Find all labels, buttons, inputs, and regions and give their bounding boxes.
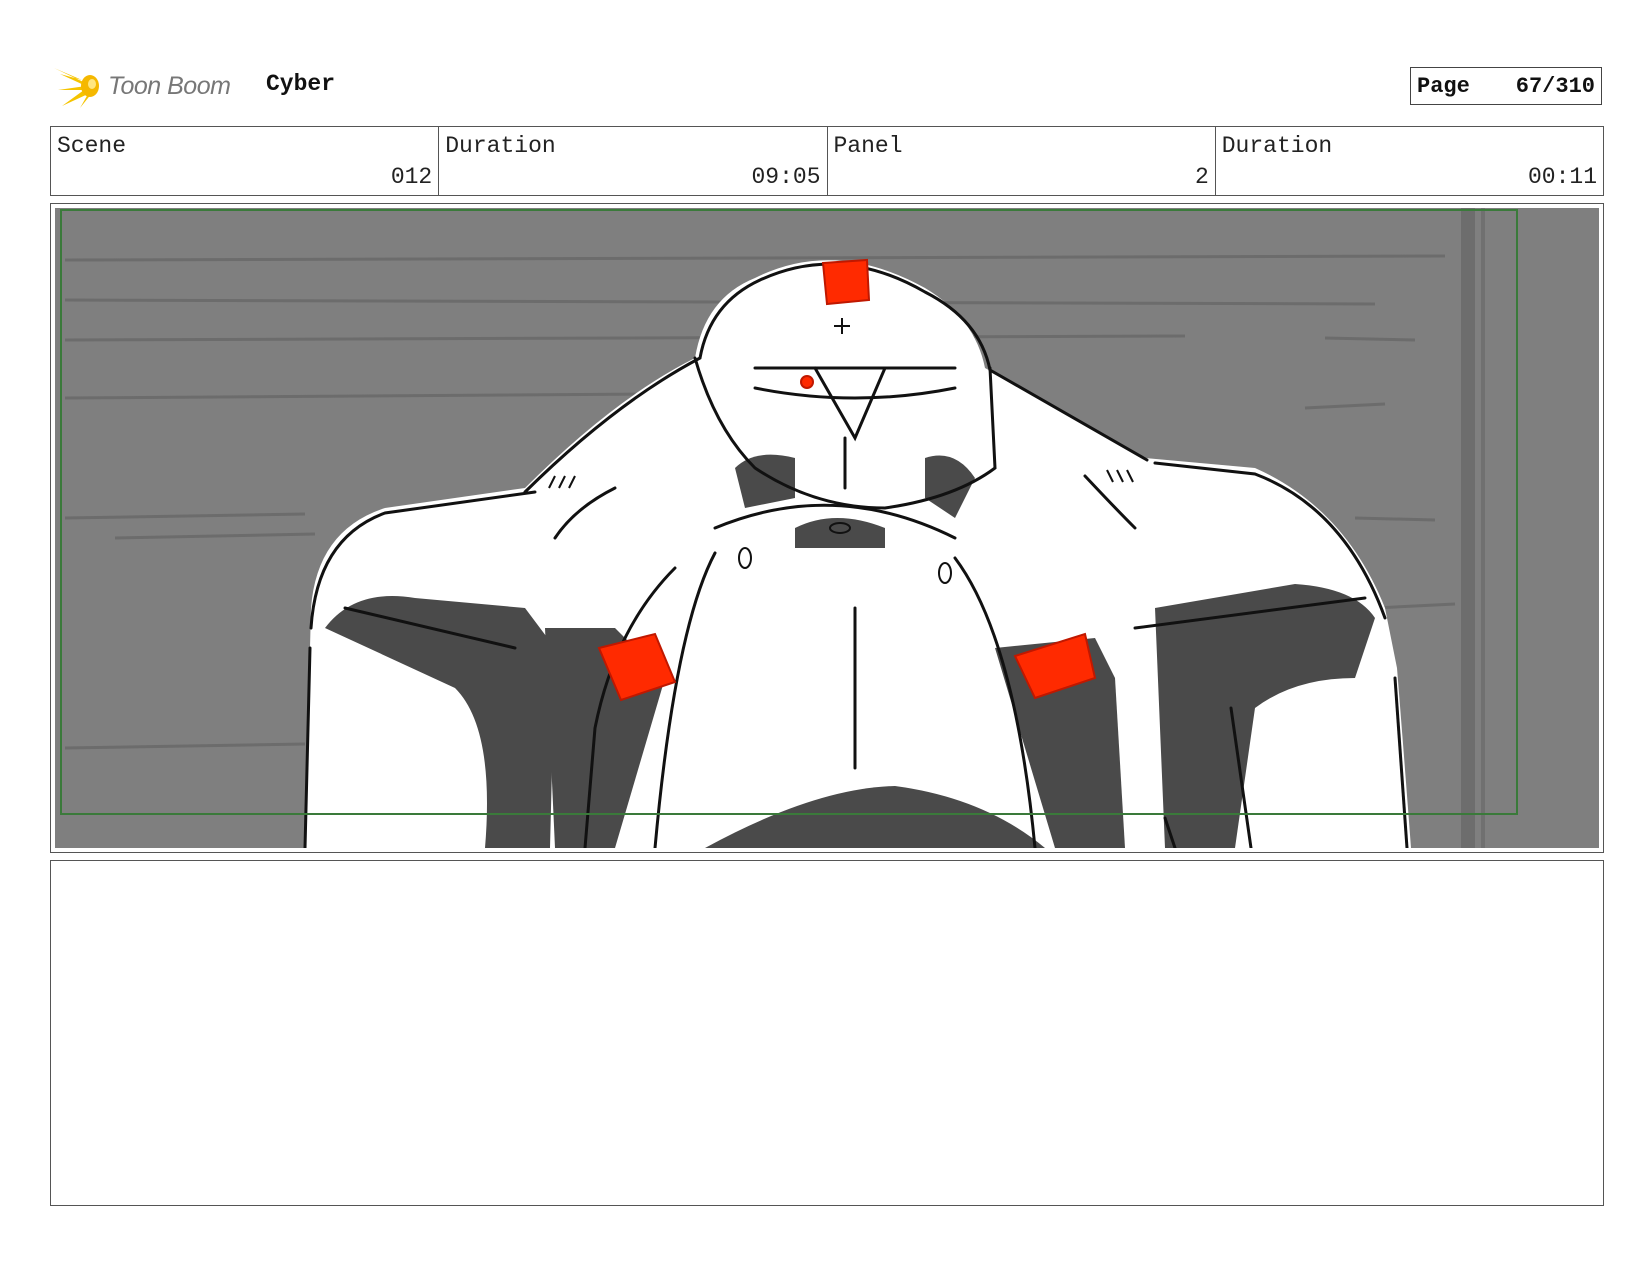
page-label: Page [1417, 73, 1470, 99]
panel-drawing [55, 208, 1599, 848]
page-number: 67/310 [1515, 73, 1595, 99]
panel-duration-label: Duration [1221, 133, 1333, 159]
page-indicator: Page 67/310 [1410, 67, 1602, 105]
scene-duration-label: Duration [445, 133, 556, 159]
scene-duration-value: 09:05 [751, 164, 821, 190]
toon-boom-logo: Toon Boom [52, 60, 231, 112]
panel-info-bar: Scene 012 Duration 09:05 Panel 2 Duratio… [50, 126, 1604, 196]
scene-duration-cell: Duration 09:05 [439, 127, 828, 195]
panel-cell: Panel 2 [828, 127, 1216, 195]
panel-notes-box [50, 860, 1604, 1206]
panel-duration-value: 00:11 [1527, 164, 1597, 190]
scene-label: Scene [57, 133, 127, 159]
panel-label: Panel [833, 133, 903, 159]
storyboard-panel [50, 203, 1604, 853]
panel-value: 2 [1194, 164, 1209, 190]
scene-cell: Scene 012 [51, 127, 440, 195]
scene-value: 012 [390, 164, 433, 190]
project-title: Cyber [266, 71, 336, 97]
panel-duration-cell: Duration 00:11 [1216, 127, 1603, 195]
starburst-icon [54, 68, 99, 108]
brand-name: Toon Boom [108, 71, 231, 100]
